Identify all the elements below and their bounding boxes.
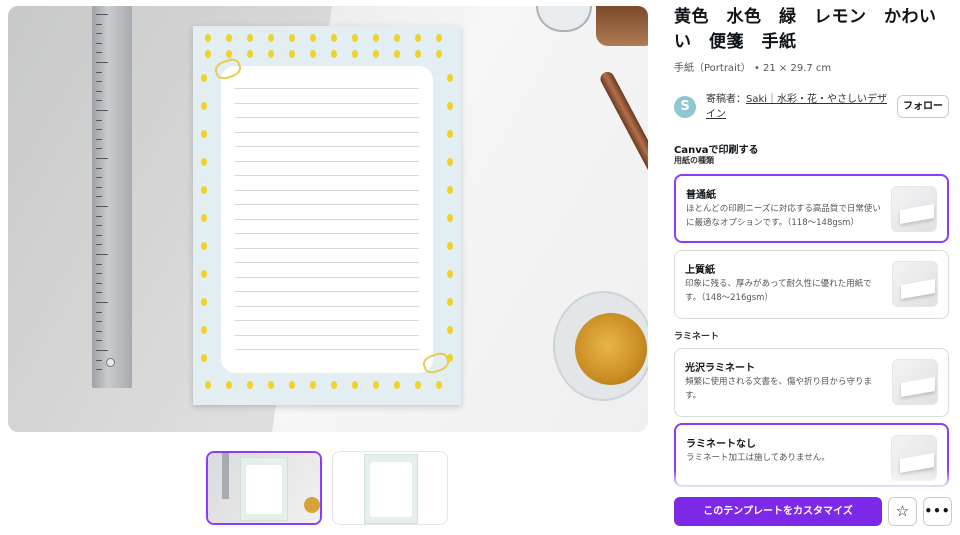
more-options-button[interactable]: •••	[923, 497, 952, 526]
option-description: ラミネート加工は施してありません。	[686, 453, 830, 463]
template-size-info: 手紙（Portrait） • 21 × 29.7 cm	[674, 63, 832, 74]
laminate-sample-image	[892, 359, 938, 405]
laminate-heading: ラミネート	[674, 332, 720, 342]
letter-paper-preview	[193, 26, 461, 405]
author-row: S 寄稿者：Saki｜水彩・花・やさしいデザイン フォロー	[674, 92, 960, 126]
option-title: ラミネートなし	[686, 439, 756, 450]
ruler-image	[92, 6, 132, 388]
author-prefix: 寄稿者：	[706, 94, 746, 105]
paper-option-standard[interactable]: 普通紙 ほとんどの印刷ニーズに対応する高品質で日常使いに最適なオプションです。（…	[674, 174, 949, 243]
laminate-option-gloss[interactable]: 光沢ラミネート 頻繁に使用される文書を、傷や折り目から守ります。	[674, 348, 949, 417]
paper-sample-image	[892, 261, 938, 307]
template-title: 黄色 水色 緑 レモン かわいい 便箋 手紙	[674, 7, 937, 52]
template-preview-image[interactable]	[8, 6, 648, 432]
more-icon: •••	[924, 504, 951, 518]
jar-lid-image	[536, 6, 592, 32]
thumbnail-2[interactable]	[332, 451, 448, 525]
paper-option-premium[interactable]: 上質紙 印象に残る、厚みがあって耐久性に優れた用紙です。（148〜216gsm）	[674, 250, 949, 319]
coffee-image	[575, 313, 647, 385]
template-details-panel: 黄色 水色 緑 レモン かわいい 便箋 手紙 手紙（Portrait） • 21…	[674, 0, 960, 535]
option-description: 頻繁に使用される文書を、傷や折り目から守ります。	[685, 377, 873, 401]
print-heading: Canvaで印刷する	[674, 145, 759, 156]
option-title: 光沢ラミネート	[685, 363, 755, 374]
option-description: 印象に残る、厚みがあって耐久性に優れた用紙です。（148〜216gsm）	[685, 279, 872, 303]
thumbnail-1[interactable]	[206, 451, 322, 525]
paper-type-heading: 用紙の種類	[674, 156, 714, 165]
template-detail-page: 黄色 水色 緑 レモン かわいい 便箋 手紙 手紙（Portrait） • 21…	[0, 0, 960, 535]
option-title: 普通紙	[686, 190, 716, 201]
option-description: ほとんどの印刷ニーズに対応する高品質で日常使いに最適なオプションです。（118〜…	[686, 204, 881, 228]
follow-button[interactable]: フォロー	[897, 95, 949, 118]
author-label: 寄稿者：Saki｜水彩・花・やさしいデザイン	[706, 92, 894, 122]
paper-sample-image	[891, 186, 937, 232]
option-title: 上質紙	[685, 265, 715, 276]
pen-image	[598, 69, 648, 218]
customize-template-button[interactable]: このテンプレートをカスタマイズ	[674, 497, 882, 526]
star-icon: ☆	[895, 502, 910, 520]
jar-image	[596, 6, 648, 46]
author-avatar[interactable]: S	[674, 96, 696, 118]
favorite-button[interactable]: ☆	[888, 497, 917, 526]
